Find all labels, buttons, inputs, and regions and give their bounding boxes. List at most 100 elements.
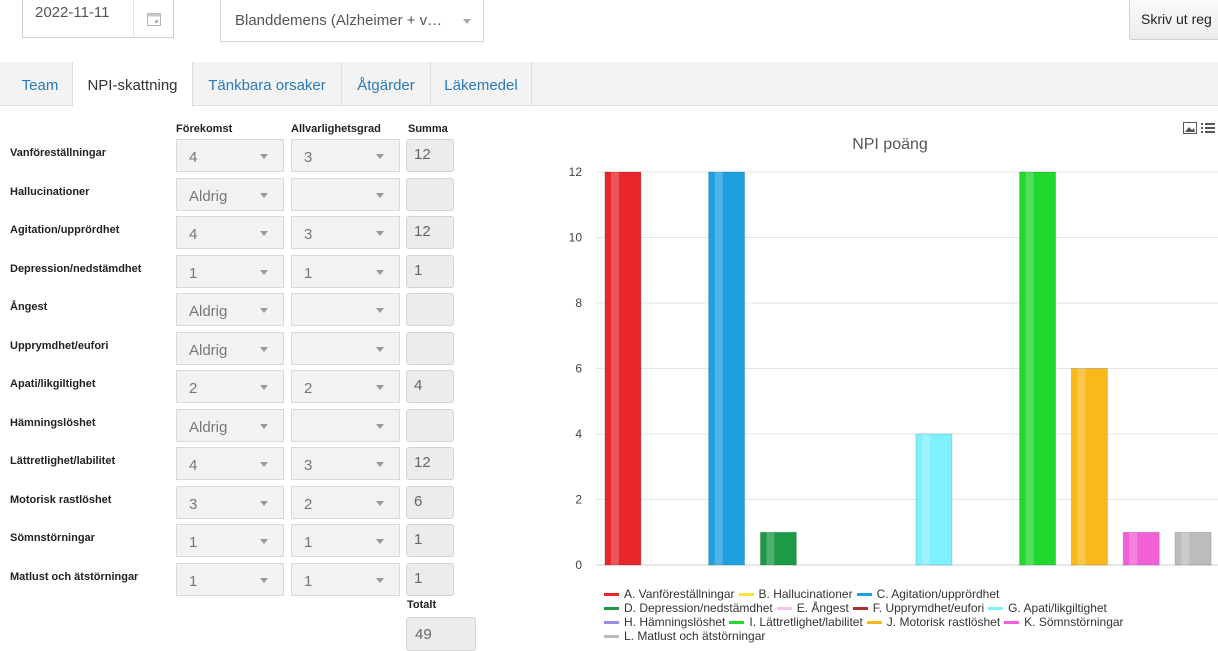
frequency-select[interactable]: 1 (176, 524, 284, 557)
severity-select[interactable]: 1 (291, 563, 400, 596)
chevron-down-icon (376, 193, 384, 198)
bar[interactable] (1174, 531, 1212, 566)
severity-select-value: 3 (304, 457, 313, 474)
y-tick-label: 10 (569, 231, 583, 245)
frequency-select[interactable]: 3 (176, 486, 284, 519)
sum-field (406, 293, 454, 326)
calendar-button[interactable] (133, 0, 173, 37)
bar[interactable] (1070, 368, 1108, 566)
date-field[interactable]: 2022-11-11 (22, 0, 174, 38)
chevron-down-icon (376, 231, 384, 236)
legend-item[interactable]: D. Depression/nedstämdhet (604, 601, 773, 615)
bar-highlight (610, 172, 619, 565)
frequency-select-value: 1 (189, 534, 198, 551)
severity-select[interactable] (291, 178, 400, 211)
severity-select[interactable] (291, 409, 400, 442)
tab-divider (531, 62, 532, 106)
severity-select[interactable]: 1 (291, 255, 400, 288)
bar-highlight (1181, 532, 1190, 565)
severity-select[interactable]: 3 (291, 139, 400, 172)
bar[interactable] (915, 433, 953, 566)
frequency-select[interactable]: 4 (176, 447, 284, 480)
severity-select-value: 3 (304, 149, 313, 166)
chevron-down-icon (260, 270, 268, 275)
legend-item[interactable]: A. Vanföreställningar (604, 587, 735, 601)
tab-team[interactable]: Team (8, 62, 72, 106)
legend-row: H. Hämningslöshet I. Lättretlighet/labili… (604, 615, 1204, 629)
diagnosis-value: Blanddemens (Alzheimer + v… (235, 12, 443, 29)
severity-select[interactable]: 1 (291, 524, 400, 557)
y-tick-label: 2 (575, 493, 582, 507)
legend-swatch (776, 607, 792, 611)
legend-item[interactable]: L. Matlust och ätstörningar (604, 629, 765, 643)
row-label: Agitation/upprördhet (10, 224, 120, 236)
severity-select[interactable]: 2 (291, 370, 400, 403)
legend-swatch (604, 593, 619, 597)
tab-atgarder[interactable]: Åtgärder (342, 62, 430, 106)
tab-npi-skattning[interactable]: NPI-skattning (72, 62, 193, 107)
legend-label: L. Matlust och ätstörningar (624, 629, 766, 643)
legend-item[interactable]: B. Hallucinationer (738, 587, 853, 601)
frequency-select[interactable]: 1 (176, 255, 284, 288)
bar[interactable] (759, 531, 797, 566)
y-tick-label: 4 (575, 427, 582, 441)
legend-item[interactable]: H. Hämningslöshet (604, 615, 725, 629)
frequency-select[interactable]: 1 (176, 563, 284, 596)
y-tick-label: 0 (575, 558, 582, 572)
severity-select[interactable]: 3 (291, 447, 400, 480)
legend-item[interactable]: C. Agitation/upprördhet (856, 587, 999, 601)
row-label: Vanföreställningar (10, 147, 106, 159)
legend-item[interactable]: J. Motorisk rastlöshet (866, 615, 1000, 629)
legend-item[interactable]: I. Lättretlighet/labilitet (729, 615, 863, 629)
chevron-down-icon (260, 462, 268, 467)
chevron-down-icon (260, 308, 268, 313)
legend-row: L. Matlust och ätstörningar (604, 629, 1204, 643)
chevron-down-icon (260, 385, 268, 390)
bar[interactable] (1122, 531, 1160, 566)
sum-field: 12 (406, 139, 454, 172)
severity-select-value: 3 (304, 226, 313, 243)
frequency-select[interactable]: 4 (176, 139, 284, 172)
y-tick-label: 12 (569, 165, 583, 179)
frequency-select[interactable]: Aldrig (176, 293, 284, 326)
bar[interactable] (604, 171, 642, 566)
legend-label: D. Depression/nedstämdhet (624, 601, 773, 615)
image-icon[interactable] (1183, 122, 1197, 134)
legend-swatch (852, 607, 868, 611)
chevron-down-icon (260, 578, 268, 583)
frequency-select[interactable]: Aldrig (176, 332, 284, 365)
chart-legend: A. Vanföreställningar B. Hallucinationer C… (604, 587, 1204, 643)
legend-label: H. Hämningslöshet (624, 615, 726, 629)
npi-bar-chart: 0 2 4 6 8 10 12 (569, 165, 1218, 572)
severity-select[interactable]: 3 (291, 216, 400, 249)
legend-item[interactable]: E. Ångest (776, 601, 849, 615)
bar[interactable] (1019, 171, 1057, 566)
tab-tankbara-orsaker[interactable]: Tänkbara orsaker (193, 62, 341, 106)
legend-item[interactable]: F. Upprymdhet/eufori (852, 601, 984, 615)
list-icon[interactable] (1201, 122, 1215, 134)
bar[interactable] (708, 171, 746, 566)
print-button[interactable]: Skriv ut reg (1129, 0, 1218, 40)
sum-field: 12 (406, 447, 454, 480)
legend-label: K. Sömnstörningar (1024, 615, 1124, 629)
chevron-down-icon (376, 270, 384, 275)
severity-select[interactable]: 2 (291, 486, 400, 519)
sum-field: 1 (406, 524, 454, 557)
sum-field (406, 409, 454, 442)
legend-item[interactable]: K. Sömnstörningar (1004, 615, 1124, 629)
severity-select[interactable] (291, 293, 400, 326)
tab-lakemedel[interactable]: Läkemedel (431, 62, 531, 106)
frequency-select[interactable]: Aldrig (176, 178, 284, 211)
row-label: Hallucinationer (10, 186, 90, 198)
chevron-down-icon (260, 501, 268, 506)
row-label: Apati/likgiltighet (10, 378, 96, 390)
severity-select[interactable] (291, 332, 400, 365)
chevron-down-icon (376, 424, 384, 429)
diagnosis-select[interactable]: Blanddemens (Alzheimer + v… (220, 0, 484, 42)
legend-swatch (988, 607, 1004, 611)
frequency-select[interactable]: Aldrig (176, 409, 284, 442)
frequency-select[interactable]: 4 (176, 216, 284, 249)
bar-highlight (1025, 172, 1034, 565)
frequency-select[interactable]: 2 (176, 370, 284, 403)
legend-item[interactable]: G. Apati/likgiltighet (988, 601, 1107, 615)
